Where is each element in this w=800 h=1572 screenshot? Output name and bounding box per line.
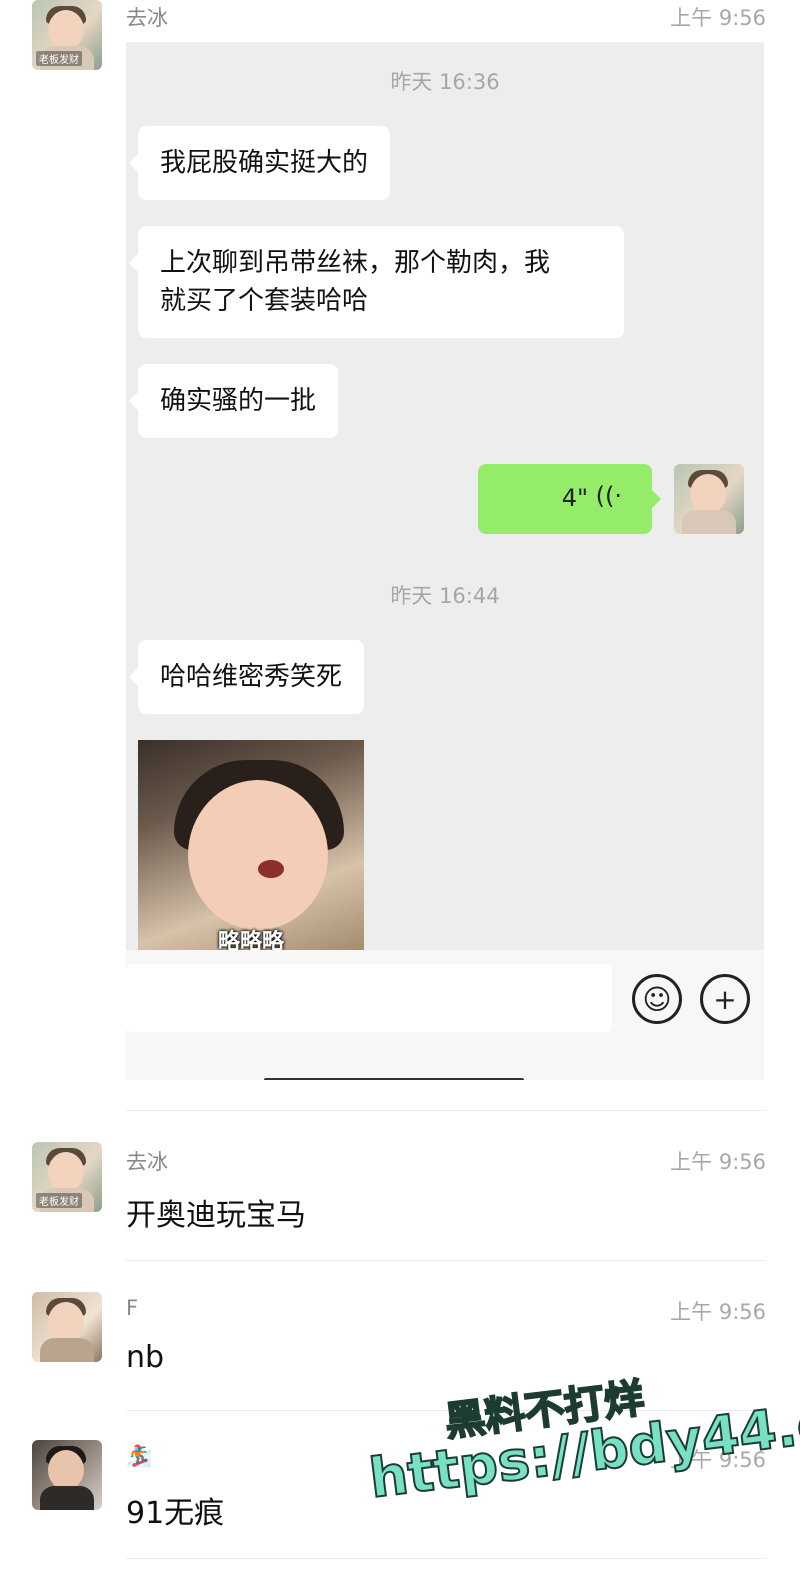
avatar[interactable]: 老板发财 <box>32 0 102 70</box>
chat-screenshot-image[interactable]: 昨天 16:36 我屁股确实挺大的 上次聊到吊带丝袜，那个勒肉，我 就买了个套装… <box>126 42 764 1080</box>
home-indicator <box>264 1078 524 1080</box>
avatar[interactable]: 老板发财 <box>32 1142 102 1212</box>
chat-bubble: 我屁股确实挺大的 <box>128 126 391 200</box>
chat-bubble: 上次聊到吊带丝袜，那个勒肉，我 就买了个套装哈哈 <box>129 226 624 338</box>
sticker-image[interactable]: 略略略 <box>138 740 364 950</box>
divider <box>126 1260 766 1261</box>
plus-icon[interactable]: + <box>700 974 750 1024</box>
voice-message[interactable]: 4" ((· <box>478 464 661 534</box>
message-time: 上午 9:56 <box>670 1150 766 1174</box>
message-text: 开奥迪玩宝马 <box>126 1198 306 1233</box>
chat-input-bar: ☺ + <box>126 950 764 1080</box>
voice-duration: 4" <box>561 484 588 512</box>
emoji-icon[interactable]: ☺ <box>632 974 682 1024</box>
message-time: 上午 9:56 <box>670 6 766 30</box>
divider <box>126 1110 766 1111</box>
chat-bubble: 确实骚的一批 <box>128 364 339 438</box>
avatar[interactable] <box>32 1440 102 1510</box>
chat-bubble-line: 上次聊到吊带丝袜，那个勒肉，我 <box>160 248 551 278</box>
message-text: 91无痕 <box>126 1496 225 1531</box>
sender-name: 去冰 <box>126 1150 168 1174</box>
chat-bubble-line: 就买了个套装哈哈 <box>160 286 369 316</box>
sender-name: F <box>126 1296 139 1320</box>
chat-timestamp: 昨天 16:44 <box>390 584 500 608</box>
chat-input-field[interactable] <box>126 964 612 1032</box>
message-time: 上午 9:56 <box>670 1300 766 1324</box>
avatar-tag: 老板发财 <box>36 1193 82 1208</box>
voice-wave-icon: ((· <box>595 482 622 510</box>
avatar[interactable] <box>674 464 744 534</box>
sender-name: 🏂 <box>126 1444 153 1468</box>
chat-timestamp: 昨天 16:36 <box>390 70 500 94</box>
sender-name: 去冰 <box>126 6 168 30</box>
chat-bubble: 哈哈维密秀笑死 <box>128 640 365 714</box>
divider <box>126 1558 766 1559</box>
sticker-caption: 略略略 <box>217 930 284 950</box>
avatar-tag: 老板发财 <box>36 51 82 66</box>
avatar[interactable] <box>32 1292 102 1362</box>
message-text: nb <box>126 1340 165 1375</box>
